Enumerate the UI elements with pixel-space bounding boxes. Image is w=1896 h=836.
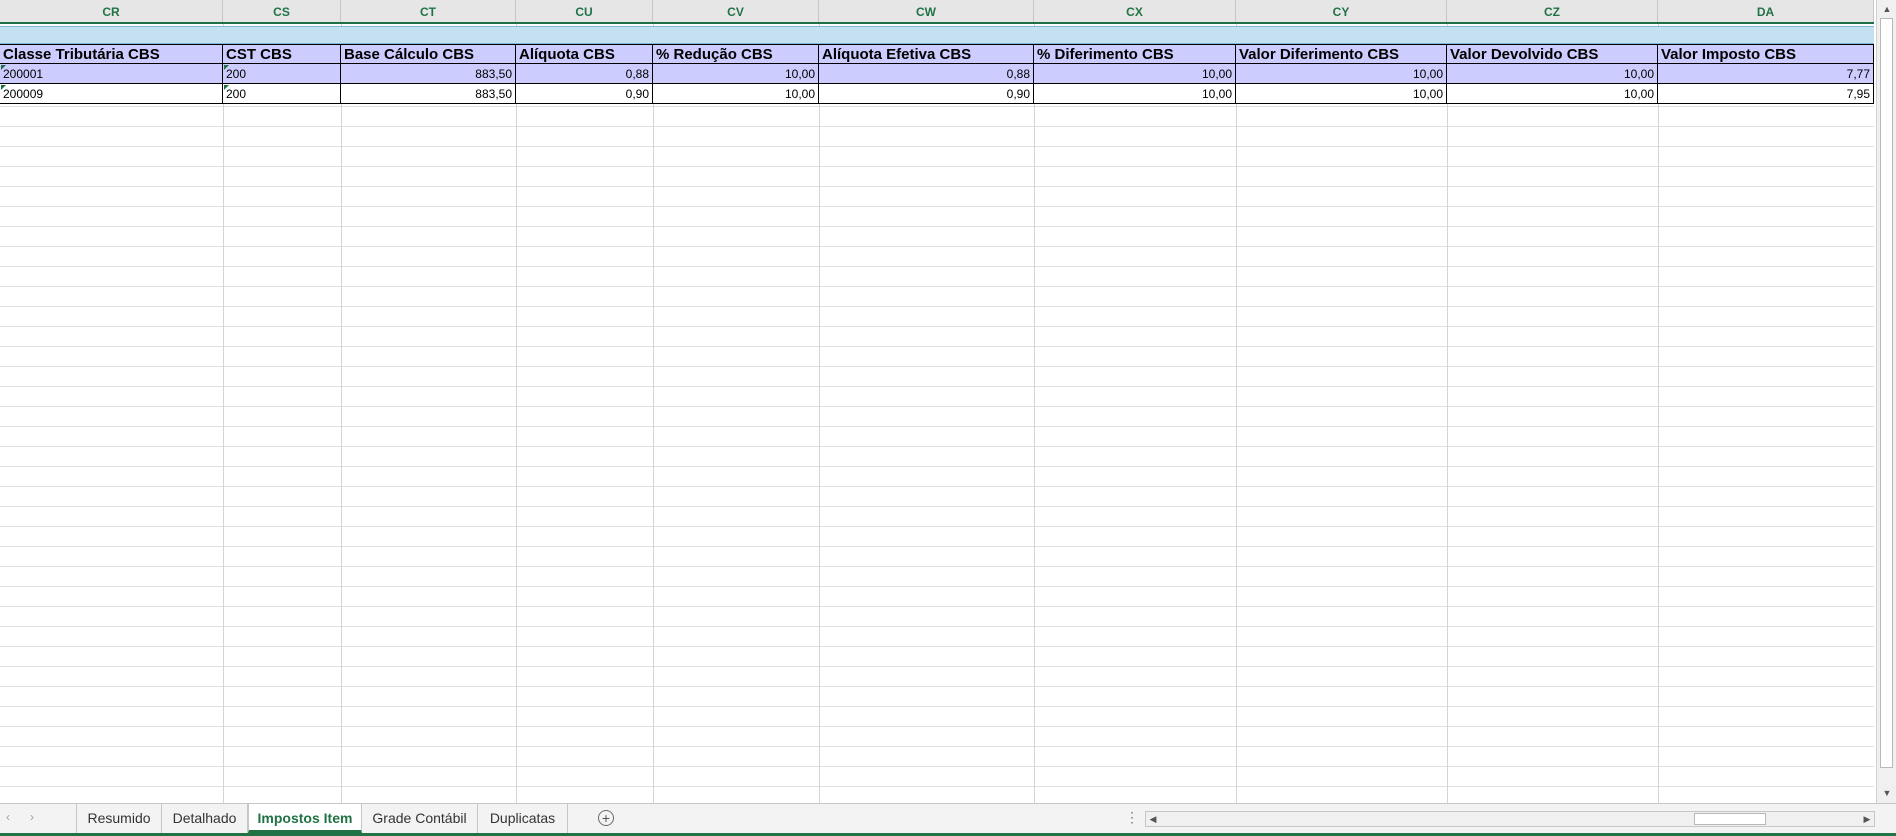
table-row: 200001 200 883,50 0,88 10,00 0,88 10,00 … (0, 64, 1874, 84)
tab-detalhado[interactable]: Detalhado (162, 804, 248, 833)
grid-line (1034, 24, 1035, 803)
table-cell[interactable]: 10,00 (1034, 64, 1236, 84)
grid-line (653, 24, 654, 803)
column-header-cw[interactable]: CW (819, 0, 1034, 22)
table-cell[interactable]: 883,50 (341, 64, 516, 84)
vertical-scrollbar[interactable]: ▲ ▼ (1876, 0, 1896, 803)
header-cell[interactable]: % Redução CBS (653, 45, 819, 65)
table-cell[interactable]: 10,00 (1236, 64, 1447, 84)
table-cell[interactable]: 10,00 (1447, 84, 1658, 104)
header-cell[interactable]: Valor Devolvido CBS (1447, 45, 1658, 65)
column-header-da[interactable]: DA (1658, 0, 1874, 22)
table-cell[interactable]: 10,00 (1236, 84, 1447, 104)
column-header-cs[interactable]: CS (223, 0, 341, 22)
table-cell[interactable]: 200001 (0, 64, 223, 84)
header-cell[interactable]: Valor Imposto CBS (1658, 45, 1874, 65)
column-header-cr[interactable]: CR (0, 0, 223, 22)
add-sheet-icon[interactable]: + (598, 810, 614, 826)
grid-line (1236, 24, 1237, 803)
scroll-up-icon[interactable]: ▲ (1881, 2, 1893, 16)
next-sheet-icon[interactable]: › (30, 810, 34, 824)
table-cell[interactable]: 0,90 (819, 84, 1034, 104)
grid-line (1658, 24, 1659, 803)
table-cell[interactable]: 7,77 (1658, 64, 1874, 84)
grid-line (819, 24, 820, 803)
tab-impostos-item[interactable]: Impostos Item (248, 804, 362, 833)
column-header-cy[interactable]: CY (1236, 0, 1447, 22)
tab-resumido[interactable]: Resumido (76, 804, 162, 833)
header-cell[interactable]: Alíquota CBS (516, 45, 653, 65)
grid-line (516, 24, 517, 803)
table-cell[interactable]: 10,00 (653, 64, 819, 84)
blank-band-row[interactable] (0, 26, 1874, 44)
table-cell[interactable]: 10,00 (653, 84, 819, 104)
column-header-cz[interactable]: CZ (1447, 0, 1658, 22)
scroll-left-icon[interactable]: ◀ (1146, 812, 1160, 826)
table-cell[interactable]: 0,90 (516, 84, 653, 104)
table-cell[interactable]: 200 (223, 84, 341, 104)
grid-line (1447, 24, 1448, 803)
column-header-cv[interactable]: CV (653, 0, 819, 22)
horizontal-scrollbar[interactable]: ◀ ▶ (1145, 811, 1875, 827)
header-cell[interactable]: Alíquota Efetiva CBS (819, 45, 1034, 65)
tab-duplicatas[interactable]: Duplicatas (478, 804, 568, 833)
table-cell[interactable]: 0,88 (819, 64, 1034, 84)
table-cell[interactable]: 883,50 (341, 84, 516, 104)
column-header-bar: CR CS CT CU CV CW CX CY CZ DA (0, 0, 1874, 24)
header-cell[interactable]: Base Cálculo CBS (341, 45, 516, 65)
prev-sheet-icon[interactable]: ‹ (6, 810, 10, 824)
sheet-tab-bar: ‹ › Resumido Detalhado Impostos Item Gra… (0, 803, 1896, 833)
header-cell[interactable]: CST CBS (223, 45, 341, 65)
scroll-down-icon[interactable]: ▼ (1881, 786, 1893, 800)
header-cell[interactable]: Valor Diferimento CBS (1236, 45, 1447, 65)
vertical-scroll-thumb[interactable] (1880, 18, 1893, 768)
column-header-ct[interactable]: CT (341, 0, 516, 22)
table-header-row: Classe Tributária CBS CST CBS Base Cálcu… (0, 44, 1874, 65)
more-options-icon[interactable]: ⋮ (1125, 809, 1139, 826)
table-cell[interactable]: 10,00 (1034, 84, 1236, 104)
grid-line (341, 24, 342, 803)
table-row: 200009 200 883,50 0,90 10,00 0,90 10,00 … (0, 84, 1874, 104)
header-cell[interactable]: Classe Tributária CBS (0, 45, 223, 65)
column-header-cx[interactable]: CX (1034, 0, 1236, 22)
spreadsheet-grid[interactable]: Classe Tributária CBS CST CBS Base Cálcu… (0, 24, 1874, 803)
scroll-right-icon[interactable]: ▶ (1860, 812, 1874, 826)
table-cell[interactable]: 7,95 (1658, 84, 1874, 104)
header-cell[interactable]: % Diferimento CBS (1034, 45, 1236, 65)
table-cell[interactable]: 0,88 (516, 64, 653, 84)
grid-line (223, 24, 224, 803)
tab-grade-contabil[interactable]: Grade Contábil (362, 804, 478, 833)
column-header-cu[interactable]: CU (516, 0, 653, 22)
table-cell[interactable]: 200 (223, 64, 341, 84)
table-cell[interactable]: 200009 (0, 84, 223, 104)
horizontal-scroll-thumb[interactable] (1694, 813, 1766, 825)
table-cell[interactable]: 10,00 (1447, 64, 1658, 84)
